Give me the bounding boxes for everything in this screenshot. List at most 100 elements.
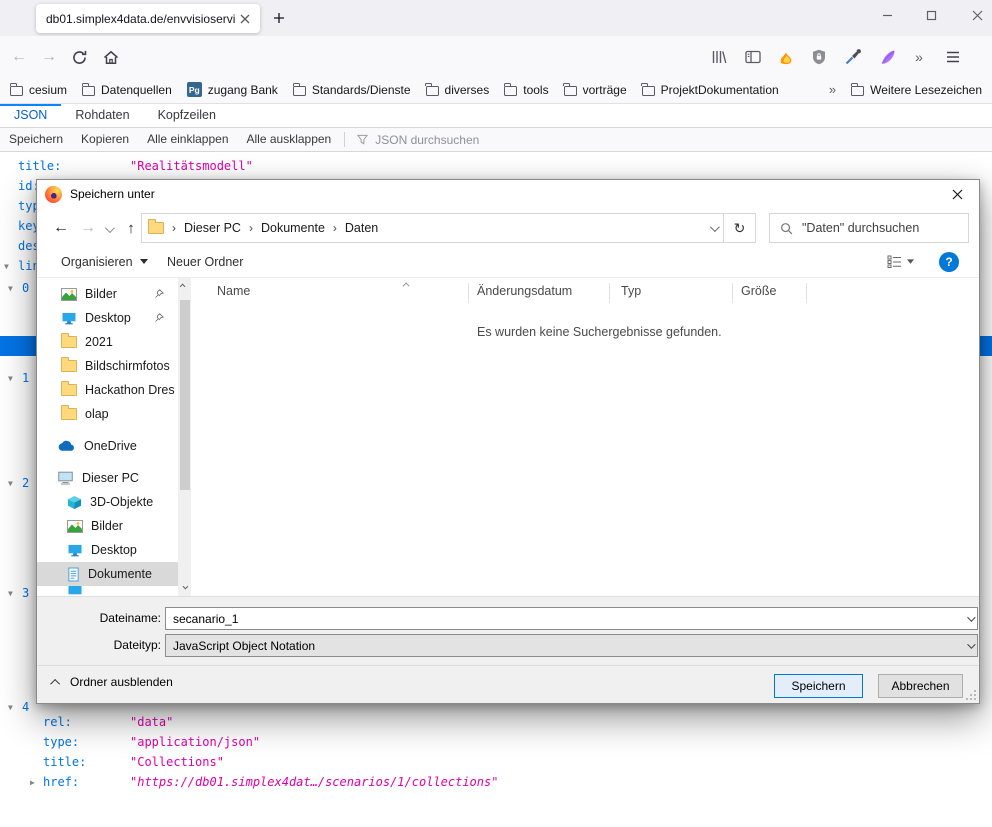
overflow-chevrons-icon[interactable]: » — [906, 44, 932, 70]
documents-icon — [67, 567, 80, 582]
tab-title: db01.simplex4data.de/envvisioservi — [46, 12, 236, 26]
filename-input[interactable]: secanario_1 — [165, 607, 978, 630]
expand-triangle-icon[interactable]: ▼ — [8, 369, 13, 389]
dialog-close-icon[interactable] — [939, 182, 975, 207]
sidebar-item-partial[interactable] — [37, 586, 178, 596]
address-dropdown-icon[interactable] — [710, 221, 717, 235]
bookmark-item[interactable]: Standards/Dienste — [293, 83, 411, 97]
sidebar-item-desktop-quick[interactable]: Desktop — [37, 306, 178, 330]
bookmark-item[interactable]: Datenquellen — [82, 83, 172, 97]
jv-collapse-all-button[interactable]: Alle einklappen — [138, 128, 237, 151]
shield-lock-icon[interactable] — [806, 44, 832, 70]
computer-icon — [57, 471, 74, 485]
jv-search-input[interactable]: JSON durchsuchen — [357, 133, 479, 147]
jv-save-button[interactable]: Speichern — [0, 128, 72, 151]
jv-copy-button[interactable]: Kopieren — [72, 128, 138, 151]
sidebar-item-onedrive[interactable]: OneDrive — [37, 434, 178, 458]
breadcrumb-segment[interactable]: Dieser PC — [184, 221, 241, 235]
bookmark-item[interactable]: vorträge — [564, 83, 627, 97]
resize-grip[interactable] — [966, 690, 976, 700]
tab-json[interactable]: JSON — [0, 104, 61, 127]
sidebar-item-bildschirmfotos[interactable]: Bildschirmfotos — [37, 354, 178, 378]
view-options-button[interactable] — [887, 246, 914, 277]
back-icon[interactable]: ← — [6, 44, 32, 70]
filetype-select[interactable]: JavaScript Object Notation — [165, 634, 978, 657]
hide-folders-button[interactable]: Ordner ausblenden — [53, 675, 173, 689]
bookmark-item[interactable]: Pgzugang Bank — [187, 82, 278, 97]
addon-paint-icon[interactable] — [773, 44, 799, 70]
breadcrumb-chevron-icon: › — [333, 221, 337, 235]
feather-addon-icon[interactable] — [875, 44, 901, 70]
chevron-up-icon — [50, 678, 60, 688]
sidebar-item-olap[interactable]: olap — [37, 402, 178, 426]
eyedropper-icon[interactable] — [840, 44, 866, 70]
pin-icon — [154, 289, 164, 299]
sidebar-item-2021[interactable]: 2021 — [37, 330, 178, 354]
forward-icon[interactable]: → — [36, 44, 62, 70]
column-header-date[interactable]: Änderungsdatum — [477, 284, 572, 298]
sidebar-item-desktop[interactable]: Desktop — [37, 538, 178, 562]
expand-triangle-icon[interactable]: ▼ — [8, 584, 13, 604]
scroll-down-icon[interactable] — [180, 583, 189, 592]
breadcrumb-segment[interactable]: Dokumente — [261, 221, 325, 235]
breadcrumb-segment[interactable]: Daten — [345, 221, 378, 235]
sidebar-item-3d-objekte[interactable]: 3D-Objekte — [37, 490, 178, 514]
column-divider[interactable] — [732, 283, 733, 303]
bookmark-item[interactable]: ProjektDokumentation — [642, 83, 779, 97]
expand-triangle-icon[interactable]: ▼ — [8, 279, 13, 299]
bookmark-item[interactable]: cesium — [10, 83, 67, 97]
sidebar-item-bilder-quick[interactable]: Bilder — [37, 282, 178, 306]
library-icon[interactable] — [706, 44, 732, 70]
cancel-button[interactable]: Abbrechen — [878, 674, 963, 698]
breadcrumb-chevron-icon: › — [249, 221, 253, 235]
menu-icon[interactable] — [940, 44, 966, 70]
combo-dropdown-icon[interactable] — [967, 613, 975, 621]
sidebar-toggle-icon[interactable] — [740, 44, 766, 70]
bookmark-item[interactable]: tools — [504, 83, 548, 97]
home-icon[interactable] — [98, 44, 124, 70]
window-minimize-button[interactable] — [874, 2, 900, 28]
address-breadcrumb[interactable]: › Dieser PC › Dokumente › Daten — [141, 213, 724, 243]
column-header-name[interactable]: Name — [217, 284, 250, 298]
sidebar-item-hackathon[interactable]: Hackathon Dres — [37, 378, 178, 402]
column-divider[interactable] — [806, 283, 807, 303]
sidebar-item-dokumente[interactable]: Dokumente — [37, 562, 178, 586]
sidebar-item-dieser-pc[interactable]: Dieser PC — [37, 466, 178, 490]
scroll-up-icon[interactable] — [180, 280, 189, 289]
expand-triangle-icon[interactable]: ▼ — [8, 474, 13, 494]
tab-kopfzeilen[interactable]: Kopfzeilen — [144, 104, 230, 127]
new-tab-button[interactable] — [268, 7, 290, 29]
jv-expand-all-button[interactable]: Alle ausklappen — [238, 128, 341, 151]
tab-rohdaten[interactable]: Rohdaten — [61, 104, 143, 127]
column-divider[interactable] — [468, 283, 469, 303]
sidebar-item-bilder[interactable]: Bilder — [37, 514, 178, 538]
column-header-type[interactable]: Typ — [621, 284, 641, 298]
dialog-back-icon[interactable]: ← — [47, 213, 75, 243]
help-button[interactable]: ? — [939, 246, 959, 277]
collapse-triangle-icon[interactable]: ▶ — [30, 773, 35, 793]
new-folder-button[interactable]: Neuer Ordner — [167, 246, 243, 277]
reload-icon[interactable] — [66, 44, 92, 70]
dialog-history-chevron-icon[interactable] — [99, 214, 117, 244]
expand-triangle-icon[interactable]: ▼ — [8, 698, 13, 718]
refresh-icon[interactable]: ↻ — [723, 213, 756, 243]
window-maximize-button[interactable] — [918, 2, 944, 28]
combo-dropdown-icon[interactable] — [967, 640, 975, 648]
column-header-size[interactable]: Größe — [741, 284, 776, 298]
window-close-button[interactable] — [964, 2, 990, 28]
sidebar-scrollbar[interactable] — [178, 278, 191, 596]
column-divider[interactable] — [609, 283, 610, 303]
bookmark-more-folder[interactable]: Weitere Lesezeichen — [851, 83, 982, 97]
dialog-search-input[interactable]: "Daten" durchsuchen — [769, 213, 969, 243]
organize-button[interactable]: Organisieren — [61, 246, 148, 277]
save-button[interactable]: Speichern — [774, 674, 863, 698]
expand-triangle-icon[interactable]: ▼ — [4, 257, 9, 277]
tab-close-icon[interactable] — [236, 10, 254, 28]
folder-icon — [61, 384, 77, 396]
bookmarks-overflow-icon[interactable]: » — [829, 82, 836, 97]
details-view-icon — [887, 255, 902, 268]
filetype-label: Dateityp: — [37, 634, 161, 657]
scrollbar-thumb[interactable] — [180, 300, 190, 490]
bookmark-item[interactable]: diverses — [426, 83, 490, 97]
browser-tab[interactable]: db01.simplex4data.de/envvisioservi — [36, 4, 260, 33]
